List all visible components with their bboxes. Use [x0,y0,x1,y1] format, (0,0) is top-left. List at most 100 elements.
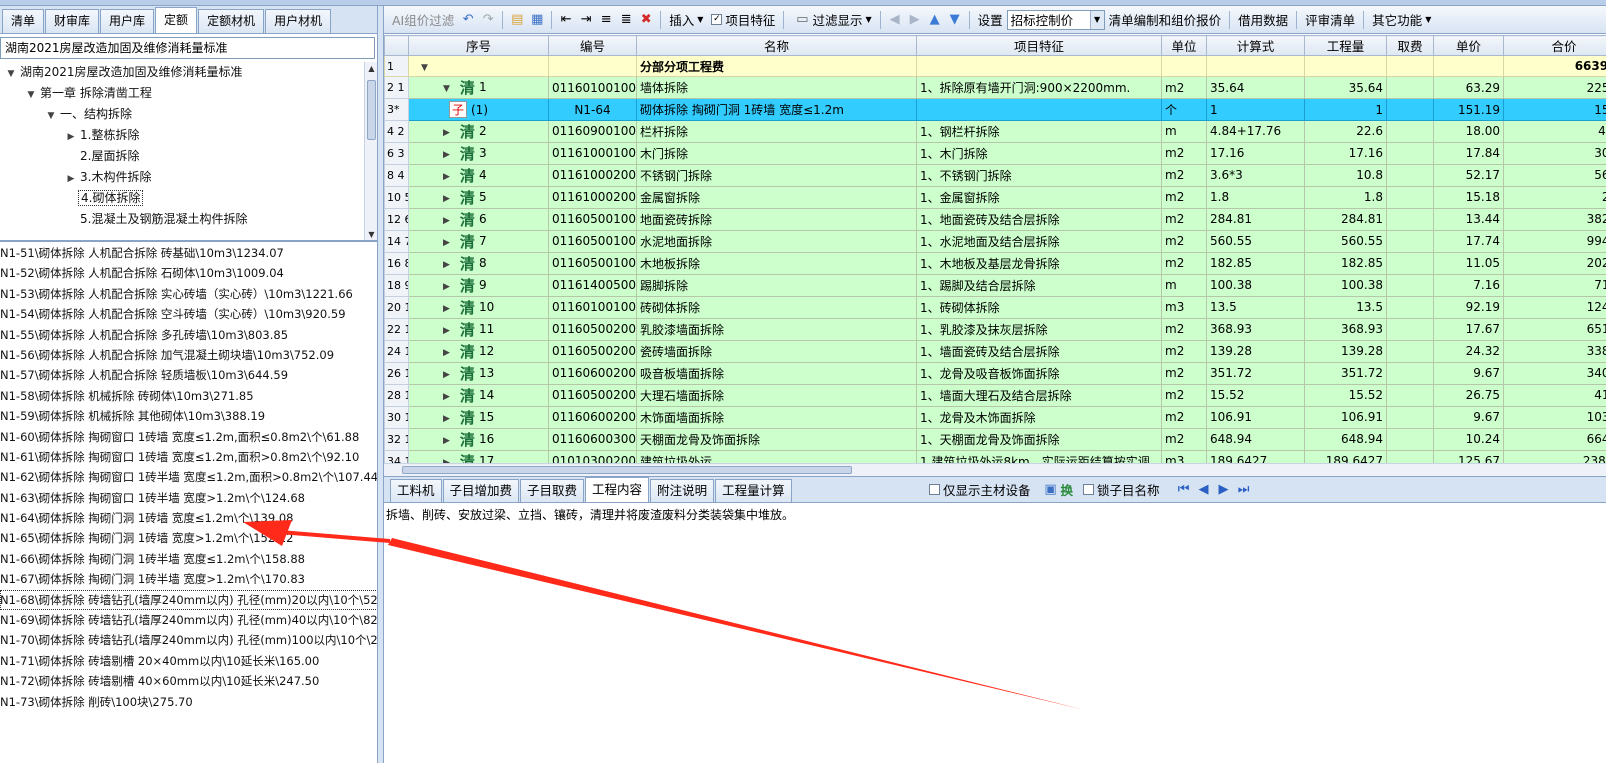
table-row[interactable]: 28 14 ▶ 清14 011605002003大理石墙面拆除1、墙面大理石及结合层拆… [384,383,1606,407]
quota-item[interactable]: N1-53\砌体拆除 人机配合拆除 实心砖墙（实心砖）\10m3\1221.66 [0,284,377,304]
settings-button[interactable]: 设置 [974,9,1007,31]
cell-unit[interactable]: m [1161,119,1207,143]
expand-icon[interactable]: ▶ [443,436,450,446]
window-icon[interactable]: ▦ [529,12,545,28]
table-row[interactable]: 30 15 ▶ 清15 011606002002木饰面墙面拆除1、龙骨及木饰面拆除m2… [384,405,1606,429]
table-row[interactable]: 12 6▶清6011605001001地面瓷砖拆除1、地面瓷砖及结合层拆除m22… [384,207,1606,231]
cell-fee[interactable] [1386,163,1434,187]
cell-code[interactable] [548,54,637,78]
cell-fee[interactable] [1386,295,1434,319]
expand-icon[interactable]: ▶ [443,128,450,138]
expand-icon[interactable]: ▼ [421,63,428,73]
table-row[interactable]: 34 17▶清17010103002001建筑垃圾外运1.建筑垃圾外运8km，实… [384,449,1606,463]
cell-fee[interactable] [1386,251,1434,275]
column-header-7[interactable]: 取费 [1386,35,1434,56]
expand-icon[interactable]: ▶ [443,370,450,380]
tree-scrollbar[interactable]: ▲ ▼ [364,62,377,240]
cell-formula[interactable]: 189.6427 [1206,449,1305,463]
item-feature-toggle[interactable]: ✓ 项目特征 [707,9,779,31]
cell-price[interactable]: 9.67 [1433,361,1504,385]
expand-icon[interactable]: ▶ [443,392,450,402]
note-icon[interactable]: ▤ [509,12,525,28]
cell-name[interactable]: 大理石墙面拆除 [636,383,917,407]
left-tab-4[interactable]: 定额材机 [198,9,265,33]
next-page-icon[interactable]: ▶ [1216,482,1232,498]
tree-node[interactable]: ▼ 湖南2021房屋改造加固及维修消耗量标准 [0,62,377,83]
cell-price[interactable]: 17.74 [1433,229,1504,253]
quota-item[interactable]: N1-59\砌体拆除 机械拆除 其他砌体\10m3\388.19 [0,406,377,426]
bottom-tab-5[interactable]: 工程量计算 [715,479,792,502]
cell-total[interactable]: 406 [1503,119,1606,143]
cell-total[interactable]: 2020. [1503,251,1606,275]
bottom-tab-4[interactable]: 附注说明 [650,479,715,502]
cell-qty[interactable]: 106.91 [1304,405,1387,429]
expand-icon[interactable]: ▶ [443,282,450,292]
cell-formula[interactable]: 17.16 [1206,141,1305,165]
cell-formula[interactable]: 368.93 [1206,317,1305,341]
left-tab-0[interactable]: 清单 [2,9,45,33]
cell-unit[interactable]: m [1161,273,1207,297]
cell-fee[interactable] [1386,273,1434,297]
cell-qty[interactable]: 1 [1304,98,1387,121]
quota-item[interactable]: N1-68\砌体拆除 砖墙钻孔(墙厚240mm以内) 孔径(mm)20以内\10… [0,589,377,611]
cell-price[interactable]: 15.18 [1433,185,1504,209]
cell-qty[interactable]: 17.16 [1304,141,1387,165]
quota-item[interactable]: N1-72\砌体拆除 砖墙剔槽 40×60mm以内\10延长米\247.50 [0,671,377,691]
cell-formula[interactable] [1206,54,1305,78]
cell-price[interactable]: 11.05 [1433,251,1504,275]
cell-price[interactable]: 92.19 [1433,295,1504,319]
cell-price[interactable]: 26.75 [1433,383,1504,407]
cell-unit[interactable]: m2 [1161,317,1207,341]
cell-fee[interactable] [1386,76,1434,100]
cell-price[interactable]: 151.19 [1433,98,1504,121]
quota-item[interactable]: N1-67\砌体拆除 掏砌门洞 1砖半墙 宽度>1.2m\个\170.83 [0,569,377,589]
cell-formula[interactable]: 35.64 [1206,76,1305,100]
cell-feature[interactable]: 1、拆除原有墙开门洞:900×2200mm. [916,76,1162,100]
cell-code[interactable]: 011605002001 [548,317,637,341]
cell-formula[interactable]: 100.38 [1206,273,1305,297]
expand-icon[interactable]: ▶ [443,304,450,314]
review-list-button[interactable]: 评审清单 [1301,9,1359,31]
cell-qty[interactable] [1304,54,1387,78]
cell-fee[interactable] [1386,361,1434,385]
cell-name[interactable]: 木饰面墙面拆除 [636,405,917,429]
save-icon[interactable]: ▣ [1043,482,1059,498]
cell-price[interactable]: 63.29 [1433,76,1504,100]
table-row[interactable]: 26 13 ▶ 清13 011606002001吸音板墙面拆除1、龙骨及吸音板饰面拆除… [384,361,1606,385]
level-up-icon[interactable]: ≡ [598,12,614,28]
ai-filter-button[interactable]: AI组价过滤 [388,9,458,31]
cell-total[interactable]: 563. [1503,163,1606,187]
table-row[interactable]: 18 9▶清9011614005001踢脚拆除1、踢脚及结合层拆除m100.38… [384,273,1606,297]
indent-left-icon[interactable]: ⇤ [558,12,574,28]
cell-qty[interactable]: 13.5 [1304,295,1387,319]
cell-feature[interactable]: 1、木门拆除 [916,141,1162,165]
cell-unit[interactable]: m2 [1161,361,1207,385]
cell-formula[interactable]: 3.6*3 [1206,163,1305,187]
table-row[interactable]: 20 10▶清10011601001002砖砌体拆除1、砖砌体拆除m313.51… [384,295,1606,319]
cell-code[interactable]: 011605001003 [548,251,637,275]
column-header-8[interactable]: 单价 [1433,35,1504,56]
cell-feature[interactable]: 1、天棚面龙骨及饰面拆除 [916,427,1162,451]
cell-qty[interactable]: 648.94 [1304,427,1387,451]
expand-icon[interactable]: ▶ [443,194,450,204]
cell-price[interactable]: 24.32 [1433,339,1504,363]
cell-fee[interactable] [1386,54,1434,78]
borrow-data-button[interactable]: 借用数据 [1234,9,1292,31]
cell-qty[interactable]: 10.8 [1304,163,1387,187]
cell-feature[interactable] [916,98,1162,121]
table-row[interactable]: 2 1 ▼ 清 1 011601001001 墙体拆除 1、拆除原有墙开门洞:900×220… [384,76,1606,100]
expand-icon[interactable]: ▶ [443,414,450,424]
cell-total[interactable]: 3401. [1503,361,1606,385]
cell-fee[interactable] [1386,449,1434,463]
cell-name[interactable]: 建筑垃圾外运 [636,449,917,463]
cell-fee[interactable] [1386,98,1434,121]
cell-formula[interactable]: 560.55 [1206,229,1305,253]
table-row[interactable]: 22 11 ▶ 清11 011605002001乳胶漆墙面拆除1、乳胶漆及抹灰层拆除m… [384,317,1606,341]
cell-code[interactable]: 011610001001 [548,141,637,165]
selected-row[interactable]: 3* 子 (1) N1-64 砌体拆除 掏砌门洞 1砖墙 宽度≤1.2m 个 1 1 151.1… [384,98,1606,121]
cell-price[interactable]: 17.67 [1433,317,1504,341]
seq-cell[interactable]: 子 (1) [408,98,549,121]
seq-cell[interactable]: ▶ 清 17 [408,449,549,463]
quota-item[interactable]: N1-56\砌体拆除 人机配合拆除 加气混凝土砌块墙\10m3\752.09 [0,345,377,365]
cell-total[interactable]: 6518. [1503,317,1606,341]
